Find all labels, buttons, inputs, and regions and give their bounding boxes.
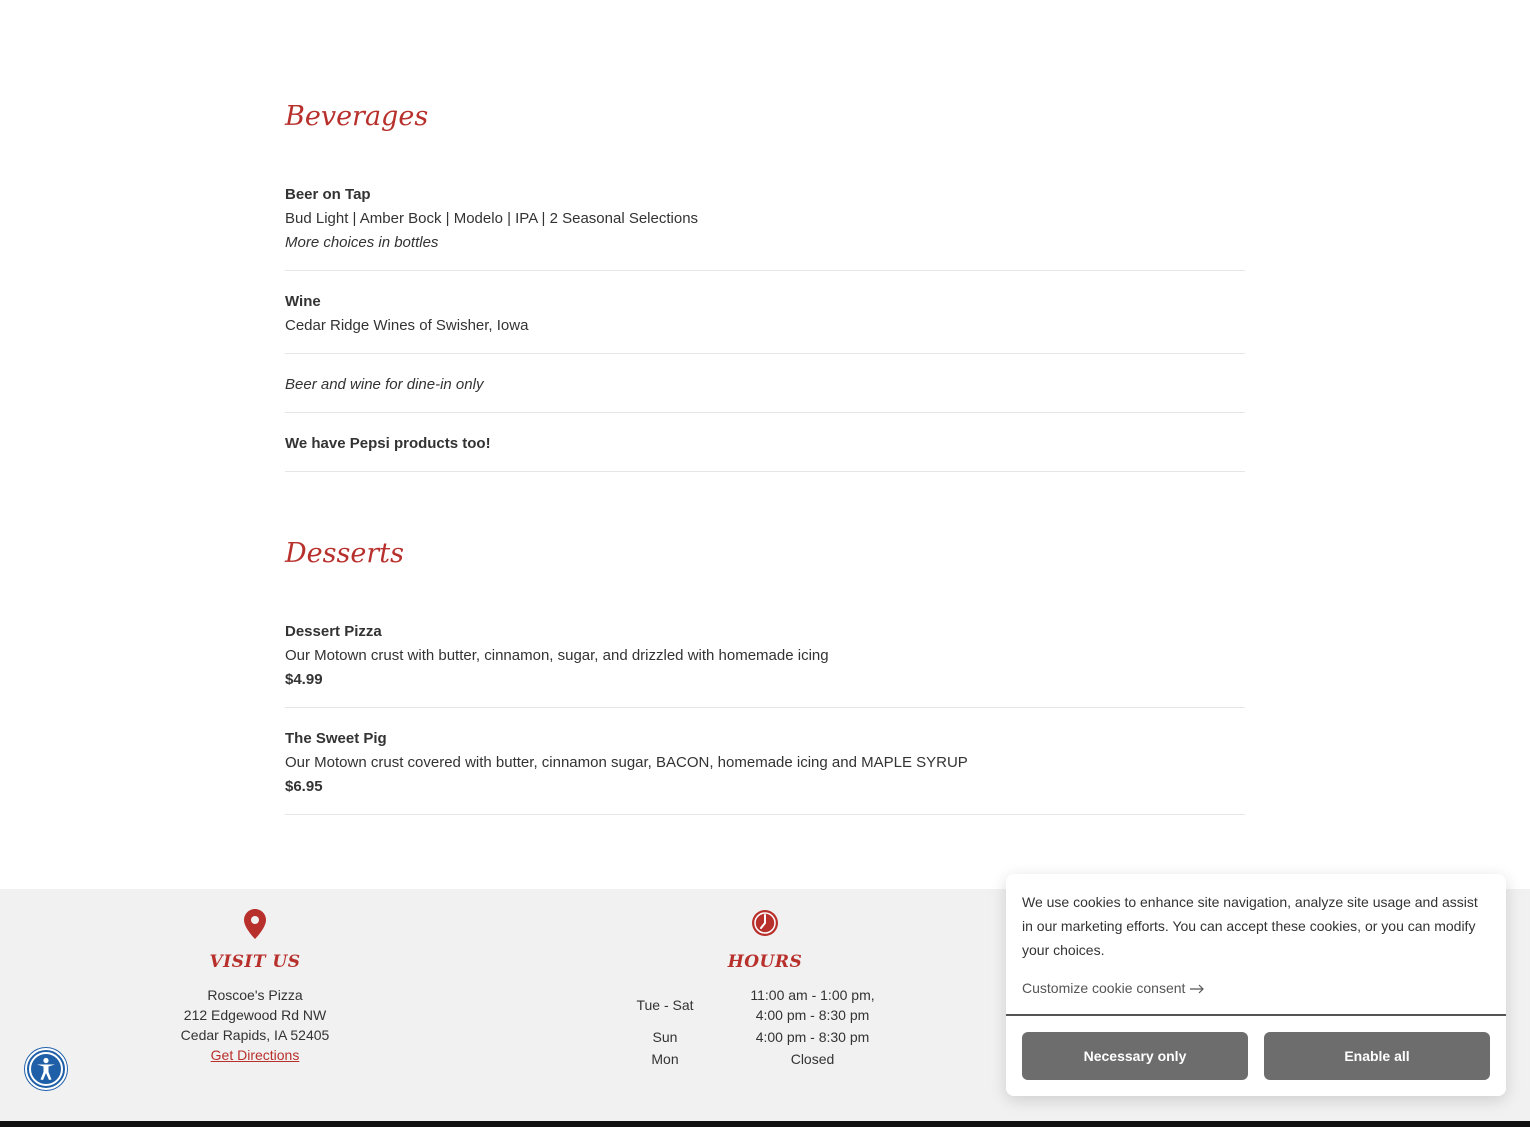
visit-us-title: VISIT US (209, 952, 301, 972)
item-price: $6.95 (285, 778, 323, 795)
enable-all-button[interactable]: Enable all (1264, 1032, 1490, 1080)
item-name: Wine (285, 293, 321, 310)
hours-title: HOURS (727, 952, 803, 972)
item-name: Beer on Tap (285, 186, 371, 203)
item-name: Dessert Pizza (285, 623, 382, 640)
clock-icon (751, 909, 779, 942)
address-block: Roscoe's Pizza 212 Edgewood Rd NW Cedar … (155, 985, 355, 1065)
business-name: Roscoe's Pizza (207, 987, 303, 1003)
get-directions-link[interactable]: Get Directions (211, 1047, 300, 1063)
item-price: $4.99 (285, 671, 323, 688)
hours-time: 4:00 pm - 8:30 pm (755, 1007, 870, 1023)
menu-item: Dessert Pizza Our Motown crust with butt… (285, 620, 1245, 708)
hours-day: Sun (652, 1029, 678, 1045)
item-name: We have Pepsi products too! (285, 435, 491, 452)
item-note: More choices in bottles (285, 234, 439, 251)
hours-row: Mon Closed (610, 1049, 920, 1069)
item-description: Our Motown crust with butter, cinnamon, … (285, 647, 829, 664)
cookie-consent-dialog: We use cookies to enhance site navigatio… (1006, 874, 1506, 1096)
arrow-right-icon (1189, 980, 1205, 996)
cookie-divider (1006, 1014, 1506, 1016)
item-description: Bud Light | Amber Bock | Modelo | IPA | … (285, 210, 699, 227)
hours-day: Tue - Sat (636, 997, 694, 1013)
hours-time: 11:00 am - 1:00 pm, (750, 987, 875, 1003)
footer-bottom-bar (0, 1121, 1530, 1127)
city-address: Cedar Rapids, IA 52405 (180, 1027, 330, 1043)
customize-cookie-link[interactable]: Customize cookie consent (1022, 980, 1205, 996)
menu-item: Beer on Tap Bud Light | Amber Bock | Mod… (285, 183, 1245, 271)
street-address: 212 Edgewood Rd NW (183, 1007, 327, 1023)
item-note: Beer and wine for dine-in only (285, 376, 484, 393)
necessary-only-button[interactable]: Necessary only (1022, 1032, 1248, 1080)
hours-row: Tue - Sat 11:00 am - 1:00 pm, 4:00 pm - … (610, 985, 920, 1025)
hours-time: Closed (790, 1051, 835, 1067)
hours-time: 4:00 pm - 8:30 pm (755, 1029, 870, 1045)
menu-item: The Sweet Pig Our Motown crust covered w… (285, 727, 1245, 815)
menu-item: Wine Cedar Ridge Wines of Swisher, Iowa (285, 290, 1245, 354)
cookie-message: We use cookies to enhance site navigatio… (1022, 894, 1478, 958)
item-description: Cedar Ridge Wines of Swisher, Iowa (285, 317, 529, 334)
hours-day: Mon (651, 1051, 679, 1067)
item-name: The Sweet Pig (285, 730, 387, 747)
accessibility-icon[interactable] (25, 1048, 67, 1090)
menu-item: Beer and wine for dine-in only (285, 373, 1245, 413)
map-pin-icon (244, 909, 266, 944)
item-description: Our Motown crust covered with butter, ci… (285, 754, 968, 771)
menu-item: We have Pepsi products too! (285, 432, 1245, 472)
hours-row: Sun 4:00 pm - 8:30 pm (610, 1027, 920, 1047)
desserts-title: Desserts (285, 538, 404, 569)
customize-cookie-label: Customize cookie consent (1022, 980, 1186, 996)
beverages-title: Beverages (285, 101, 429, 132)
